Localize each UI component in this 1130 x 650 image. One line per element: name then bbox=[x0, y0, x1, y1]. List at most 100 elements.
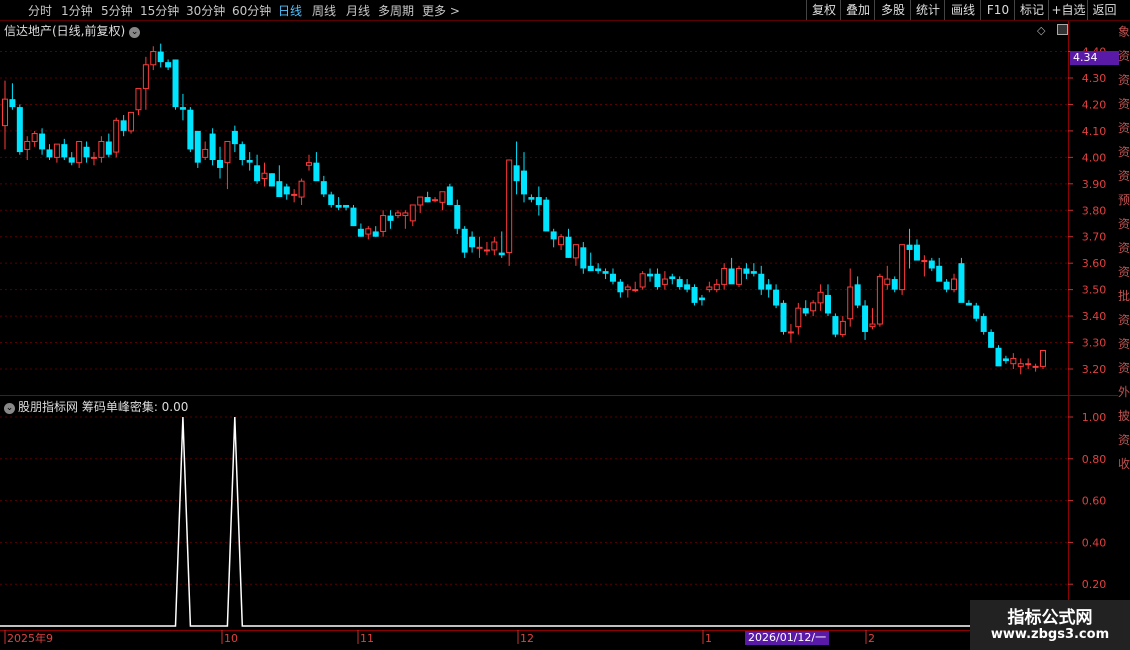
candle-body bbox=[617, 281, 624, 293]
info-strip-char: 收 bbox=[1118, 457, 1130, 471]
price-tick-label: 3.30 bbox=[1082, 337, 1107, 350]
candle-body bbox=[24, 140, 31, 150]
candle-body bbox=[179, 107, 186, 110]
info-strip-char: 披 bbox=[1118, 409, 1130, 423]
candle-body bbox=[572, 244, 579, 259]
info-strip-char: 象 bbox=[1118, 25, 1130, 39]
candle-body bbox=[194, 130, 201, 163]
candle-body bbox=[142, 64, 149, 90]
candle-body bbox=[669, 276, 676, 280]
info-strip-char: 资 bbox=[1118, 49, 1130, 63]
indicator-title: ⌄ 股朋指标网 筹码单峰密集: 0.00 bbox=[4, 398, 188, 415]
candle-body bbox=[1017, 363, 1024, 367]
candle-body bbox=[854, 284, 861, 306]
candle-body bbox=[647, 273, 654, 277]
candle-body bbox=[736, 267, 743, 285]
candle-body bbox=[202, 148, 209, 158]
price-tick-label: 3.20 bbox=[1082, 363, 1107, 376]
price-tick-label: 4.20 bbox=[1082, 98, 1107, 111]
candle-body bbox=[298, 180, 305, 198]
chevron-down-icon[interactable]: ⌄ bbox=[4, 403, 15, 414]
candle-body bbox=[1025, 363, 1032, 366]
candle-body bbox=[150, 51, 157, 66]
indicator-title-label: 股朋指标网 筹码单峰密集: 0.00 bbox=[18, 400, 189, 414]
price-tick-label: 3.80 bbox=[1082, 204, 1107, 217]
candle-body bbox=[521, 170, 527, 195]
indicator-tick-label: 0.40 bbox=[1082, 536, 1107, 549]
info-strip-char: 资 bbox=[1118, 73, 1130, 87]
watermark-title: 指标公式网 bbox=[1007, 608, 1093, 628]
candle-body bbox=[350, 207, 357, 227]
candle-body bbox=[46, 149, 53, 158]
candle-body bbox=[780, 302, 787, 332]
kline-chart[interactable]: 4.404.304.204.104.003.903.803.703.603.50… bbox=[0, 0, 1130, 650]
candle-body bbox=[357, 228, 364, 237]
candle-body bbox=[580, 247, 587, 269]
candle-body bbox=[943, 281, 950, 290]
candle-body bbox=[713, 283, 720, 291]
candle-body bbox=[661, 278, 668, 285]
candle-body bbox=[394, 212, 401, 217]
candle-body bbox=[68, 157, 75, 163]
candle-body bbox=[454, 204, 461, 229]
price-tick-label: 4.30 bbox=[1082, 72, 1107, 85]
candle-body bbox=[558, 236, 565, 246]
time-tick-label: 11 bbox=[360, 632, 374, 645]
candle-body bbox=[217, 160, 224, 168]
indicator-tick-label: 0.80 bbox=[1082, 453, 1107, 466]
candle-body bbox=[387, 215, 394, 221]
candle-body bbox=[239, 144, 246, 161]
info-strip-char: 资 bbox=[1118, 121, 1130, 135]
candle-body bbox=[53, 143, 60, 158]
info-strip-char: 资 bbox=[1118, 337, 1130, 351]
candle-body bbox=[506, 159, 513, 254]
candle-body bbox=[343, 204, 350, 208]
candle-body bbox=[320, 181, 327, 195]
candle-body bbox=[276, 181, 283, 198]
candle-body bbox=[609, 273, 616, 282]
candle-body bbox=[2, 98, 8, 127]
candle-body bbox=[698, 297, 705, 301]
candle-body bbox=[624, 286, 631, 291]
candle-body bbox=[876, 275, 883, 325]
candle-body bbox=[684, 284, 691, 290]
time-tick-label: 10 bbox=[224, 632, 238, 645]
candle-body bbox=[98, 140, 105, 158]
candle-body bbox=[224, 140, 231, 164]
candle-body bbox=[446, 186, 453, 205]
candle-body bbox=[869, 323, 876, 328]
candle-body bbox=[157, 51, 164, 63]
candle-body bbox=[128, 111, 135, 132]
candle-body bbox=[1040, 349, 1046, 367]
candle-body bbox=[120, 120, 127, 131]
indicator-tick-label: 1.00 bbox=[1082, 411, 1107, 424]
candle-body bbox=[83, 146, 90, 158]
candle-body bbox=[951, 278, 958, 291]
candle-body bbox=[706, 286, 713, 291]
candle-body bbox=[268, 173, 275, 187]
candle-body bbox=[928, 260, 935, 269]
candle-body bbox=[980, 316, 987, 332]
time-tick-label: 2 bbox=[868, 632, 875, 645]
info-strip-char: 资 bbox=[1118, 217, 1130, 231]
candle-body bbox=[313, 162, 320, 182]
price-tick-label: 3.50 bbox=[1082, 284, 1107, 297]
price-tick-label: 3.70 bbox=[1082, 231, 1107, 244]
candle-body bbox=[16, 107, 23, 153]
candle-body bbox=[965, 302, 972, 306]
candle-body bbox=[602, 271, 609, 274]
time-tick-label: 2025年9 bbox=[7, 631, 53, 645]
candle-body bbox=[135, 88, 142, 111]
price-tick-label: 3.90 bbox=[1082, 178, 1107, 191]
candle-body bbox=[802, 308, 809, 314]
candle-body bbox=[750, 271, 757, 274]
candle-body bbox=[76, 140, 83, 164]
info-strip-char: 批 bbox=[1118, 289, 1130, 303]
candle-body bbox=[721, 267, 728, 285]
candle-body bbox=[817, 291, 824, 304]
candle-body bbox=[513, 165, 520, 182]
candle-body bbox=[565, 236, 572, 258]
candle-body bbox=[795, 307, 802, 328]
candle-body bbox=[187, 109, 194, 150]
candle-body bbox=[758, 273, 765, 290]
